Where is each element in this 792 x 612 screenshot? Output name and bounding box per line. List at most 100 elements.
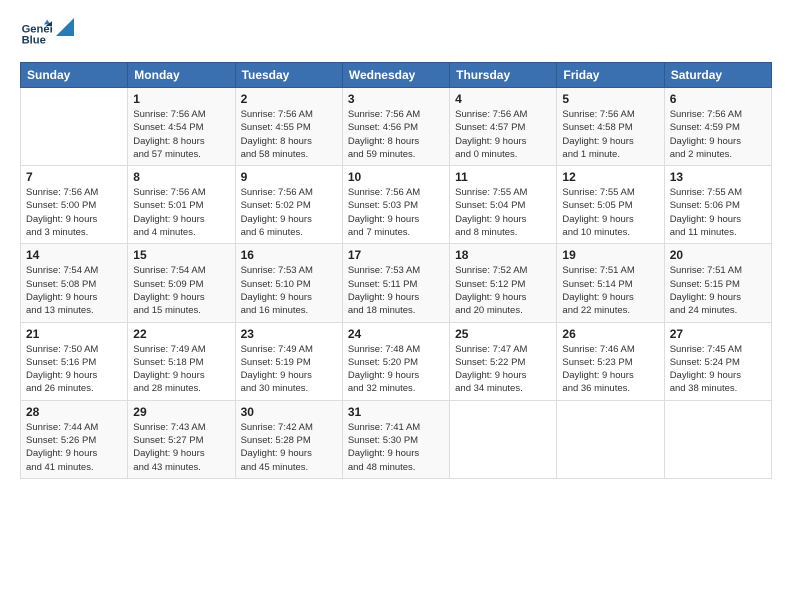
cell-info: Sunrise: 7:52 AM Sunset: 5:12 PM Dayligh… bbox=[455, 264, 551, 317]
calendar-cell: 12Sunrise: 7:55 AM Sunset: 5:05 PM Dayli… bbox=[557, 166, 664, 244]
calendar-cell bbox=[21, 88, 128, 166]
day-number: 6 bbox=[670, 92, 766, 106]
day-number: 8 bbox=[133, 170, 229, 184]
day-number: 16 bbox=[241, 248, 337, 262]
cell-info: Sunrise: 7:54 AM Sunset: 5:08 PM Dayligh… bbox=[26, 264, 122, 317]
calendar-table: SundayMondayTuesdayWednesdayThursdayFrid… bbox=[20, 62, 772, 479]
cell-info: Sunrise: 7:56 AM Sunset: 4:57 PM Dayligh… bbox=[455, 108, 551, 161]
logo-triangle-icon bbox=[56, 18, 74, 36]
day-number: 21 bbox=[26, 327, 122, 341]
calendar-cell: 20 Sunrise: 7:51 AM Sunset: 5:15 PM Dayli… bbox=[664, 244, 771, 322]
day-number: 4 bbox=[455, 92, 551, 106]
cell-info: Sunrise: 7:49 AM Sunset: 5:18 PM Dayligh… bbox=[133, 343, 229, 396]
calendar-cell: 13Sunrise: 7:55 AM Sunset: 5:06 PM Dayli… bbox=[664, 166, 771, 244]
cell-info: Sunrise: 7:51 AM Sunset: 5:15 PM Dayligh… bbox=[670, 264, 766, 317]
cell-info: Sunrise: 7:54 AM Sunset: 5:09 PM Dayligh… bbox=[133, 264, 229, 317]
header-day-monday: Monday bbox=[128, 63, 235, 88]
calendar-cell: 22 Sunrise: 7:49 AM Sunset: 5:18 PM Dayli… bbox=[128, 322, 235, 400]
calendar-cell: 10 Sunrise: 7:56 AM Sunset: 5:03 PM Dayli… bbox=[342, 166, 449, 244]
cell-info: Sunrise: 7:56 AM Sunset: 5:01 PM Dayligh… bbox=[133, 186, 229, 239]
header-day-friday: Friday bbox=[557, 63, 664, 88]
week-row-0: 1 Sunrise: 7:56 AM Sunset: 4:54 PM Daylig… bbox=[21, 88, 772, 166]
day-number: 18 bbox=[455, 248, 551, 262]
day-number: 10 bbox=[348, 170, 444, 184]
cell-info: Sunrise: 7:55 AM Sunset: 5:06 PM Dayligh… bbox=[670, 186, 766, 239]
week-row-4: 28 Sunrise: 7:44 AM Sunset: 5:26 PM Dayli… bbox=[21, 400, 772, 478]
header: General Blue bbox=[20, 18, 772, 50]
day-number: 20 bbox=[670, 248, 766, 262]
calendar-cell: 14 Sunrise: 7:54 AM Sunset: 5:08 PM Dayli… bbox=[21, 244, 128, 322]
calendar-cell: 9 Sunrise: 7:56 AM Sunset: 5:02 PM Daylig… bbox=[235, 166, 342, 244]
calendar-cell: 25 Sunrise: 7:47 AM Sunset: 5:22 PM Dayli… bbox=[450, 322, 557, 400]
calendar-cell: 4 Sunrise: 7:56 AM Sunset: 4:57 PM Daylig… bbox=[450, 88, 557, 166]
cell-info: Sunrise: 7:56 AM Sunset: 5:02 PM Dayligh… bbox=[241, 186, 337, 239]
page: General Blue SundayMondayTuesdayWednesda… bbox=[0, 0, 792, 489]
calendar-cell: 8 Sunrise: 7:56 AM Sunset: 5:01 PM Daylig… bbox=[128, 166, 235, 244]
cell-info: Sunrise: 7:56 AM Sunset: 5:03 PM Dayligh… bbox=[348, 186, 444, 239]
calendar-cell: 3Sunrise: 7:56 AM Sunset: 4:56 PM Daylig… bbox=[342, 88, 449, 166]
calendar-cell: 1 Sunrise: 7:56 AM Sunset: 4:54 PM Daylig… bbox=[128, 88, 235, 166]
day-number: 2 bbox=[241, 92, 337, 106]
cell-info: Sunrise: 7:55 AM Sunset: 5:04 PM Dayligh… bbox=[455, 186, 551, 239]
cell-info: Sunrise: 7:47 AM Sunset: 5:22 PM Dayligh… bbox=[455, 343, 551, 396]
cell-info: Sunrise: 7:46 AM Sunset: 5:23 PM Dayligh… bbox=[562, 343, 658, 396]
cell-info: Sunrise: 7:56 AM Sunset: 5:00 PM Dayligh… bbox=[26, 186, 122, 239]
calendar-cell: 15 Sunrise: 7:54 AM Sunset: 5:09 PM Dayli… bbox=[128, 244, 235, 322]
day-number: 15 bbox=[133, 248, 229, 262]
cell-info: Sunrise: 7:51 AM Sunset: 5:14 PM Dayligh… bbox=[562, 264, 658, 317]
day-number: 30 bbox=[241, 405, 337, 419]
day-number: 22 bbox=[133, 327, 229, 341]
day-number: 11 bbox=[455, 170, 551, 184]
day-number: 31 bbox=[348, 405, 444, 419]
calendar-cell: 5 Sunrise: 7:56 AM Sunset: 4:58 PM Daylig… bbox=[557, 88, 664, 166]
calendar-cell: 28 Sunrise: 7:44 AM Sunset: 5:26 PM Dayli… bbox=[21, 400, 128, 478]
header-day-saturday: Saturday bbox=[664, 63, 771, 88]
cell-info: Sunrise: 7:56 AM Sunset: 4:54 PM Dayligh… bbox=[133, 108, 229, 161]
calendar-cell: 16 Sunrise: 7:53 AM Sunset: 5:10 PM Dayli… bbox=[235, 244, 342, 322]
day-number: 24 bbox=[348, 327, 444, 341]
day-number: 19 bbox=[562, 248, 658, 262]
cell-info: Sunrise: 7:56 AM Sunset: 4:59 PM Dayligh… bbox=[670, 108, 766, 161]
day-number: 5 bbox=[562, 92, 658, 106]
header-day-sunday: Sunday bbox=[21, 63, 128, 88]
calendar-cell: 11 Sunrise: 7:55 AM Sunset: 5:04 PM Dayli… bbox=[450, 166, 557, 244]
calendar-cell: 17 Sunrise: 7:53 AM Sunset: 5:11 PM Dayli… bbox=[342, 244, 449, 322]
day-number: 29 bbox=[133, 405, 229, 419]
cell-info: Sunrise: 7:42 AM Sunset: 5:28 PM Dayligh… bbox=[241, 421, 337, 474]
cell-info: Sunrise: 7:53 AM Sunset: 5:11 PM Dayligh… bbox=[348, 264, 444, 317]
day-number: 1 bbox=[133, 92, 229, 106]
day-number: 14 bbox=[26, 248, 122, 262]
cell-info: Sunrise: 7:56 AM Sunset: 4:56 PM Dayligh… bbox=[348, 108, 444, 161]
calendar-cell: 2 Sunrise: 7:56 AM Sunset: 4:55 PM Daylig… bbox=[235, 88, 342, 166]
cell-info: Sunrise: 7:53 AM Sunset: 5:10 PM Dayligh… bbox=[241, 264, 337, 317]
cell-info: Sunrise: 7:45 AM Sunset: 5:24 PM Dayligh… bbox=[670, 343, 766, 396]
day-number: 25 bbox=[455, 327, 551, 341]
calendar-cell: 30 Sunrise: 7:42 AM Sunset: 5:28 PM Dayli… bbox=[235, 400, 342, 478]
header-row: SundayMondayTuesdayWednesdayThursdayFrid… bbox=[21, 63, 772, 88]
calendar-cell: 24Sunrise: 7:48 AM Sunset: 5:20 PM Dayli… bbox=[342, 322, 449, 400]
calendar-cell bbox=[450, 400, 557, 478]
day-number: 9 bbox=[241, 170, 337, 184]
day-number: 27 bbox=[670, 327, 766, 341]
header-day-thursday: Thursday bbox=[450, 63, 557, 88]
calendar-cell bbox=[557, 400, 664, 478]
day-number: 17 bbox=[348, 248, 444, 262]
cell-info: Sunrise: 7:44 AM Sunset: 5:26 PM Dayligh… bbox=[26, 421, 122, 474]
cell-info: Sunrise: 7:41 AM Sunset: 5:30 PM Dayligh… bbox=[348, 421, 444, 474]
week-row-3: 21 Sunrise: 7:50 AM Sunset: 5:16 PM Dayli… bbox=[21, 322, 772, 400]
cell-info: Sunrise: 7:56 AM Sunset: 4:55 PM Dayligh… bbox=[241, 108, 337, 161]
day-number: 28 bbox=[26, 405, 122, 419]
day-number: 7 bbox=[26, 170, 122, 184]
calendar-cell: 27 Sunrise: 7:45 AM Sunset: 5:24 PM Dayli… bbox=[664, 322, 771, 400]
cell-info: Sunrise: 7:56 AM Sunset: 4:58 PM Dayligh… bbox=[562, 108, 658, 161]
calendar-cell bbox=[664, 400, 771, 478]
calendar-cell: 7 Sunrise: 7:56 AM Sunset: 5:00 PM Daylig… bbox=[21, 166, 128, 244]
calendar-cell: 19 Sunrise: 7:51 AM Sunset: 5:14 PM Dayli… bbox=[557, 244, 664, 322]
calendar-cell: 6 Sunrise: 7:56 AM Sunset: 4:59 PM Daylig… bbox=[664, 88, 771, 166]
day-number: 23 bbox=[241, 327, 337, 341]
calendar-cell: 26Sunrise: 7:46 AM Sunset: 5:23 PM Dayli… bbox=[557, 322, 664, 400]
logo-icon: General Blue bbox=[20, 18, 52, 50]
cell-info: Sunrise: 7:43 AM Sunset: 5:27 PM Dayligh… bbox=[133, 421, 229, 474]
calendar-cell: 21 Sunrise: 7:50 AM Sunset: 5:16 PM Dayli… bbox=[21, 322, 128, 400]
cell-info: Sunrise: 7:50 AM Sunset: 5:16 PM Dayligh… bbox=[26, 343, 122, 396]
